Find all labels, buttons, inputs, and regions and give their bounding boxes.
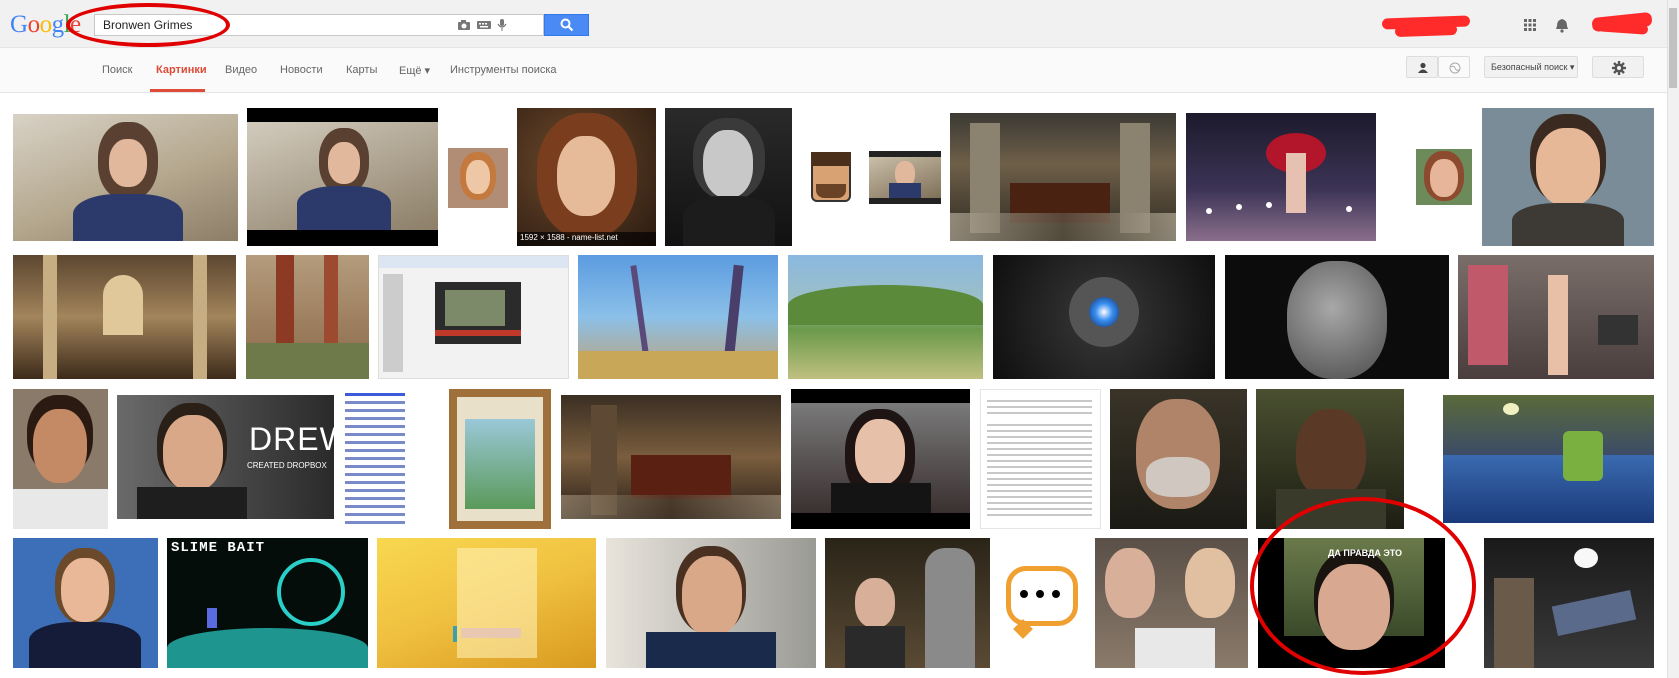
camera-icon[interactable] bbox=[457, 19, 471, 31]
image-result[interactable] bbox=[1416, 149, 1472, 205]
image-result[interactable] bbox=[980, 389, 1101, 529]
image-result[interactable] bbox=[1110, 389, 1247, 529]
notifications-bell-icon[interactable] bbox=[1555, 18, 1569, 33]
tab-news[interactable]: Новости bbox=[280, 64, 323, 76]
image-result[interactable]: DREW CREATED DROPBOX bbox=[117, 395, 334, 519]
image-result[interactable] bbox=[378, 255, 569, 379]
search-button[interactable] bbox=[544, 14, 589, 36]
image-result[interactable] bbox=[13, 114, 238, 241]
image-result[interactable] bbox=[1458, 255, 1654, 379]
image-result[interactable] bbox=[1443, 395, 1654, 523]
safe-search-dropdown[interactable]: Безопасный поиск ▾ bbox=[1484, 56, 1578, 78]
image-result[interactable] bbox=[950, 113, 1176, 241]
image-result[interactable] bbox=[791, 389, 970, 529]
tab-video[interactable]: Видео bbox=[225, 64, 257, 76]
image-result[interactable] bbox=[825, 538, 990, 668]
active-tab-indicator bbox=[150, 89, 205, 92]
personal-results-button[interactable] bbox=[1406, 56, 1438, 78]
tab-images[interactable]: Картинки bbox=[156, 64, 207, 76]
account-avatar-redacted[interactable] bbox=[1591, 11, 1656, 37]
tab-maps[interactable]: Карты bbox=[346, 64, 377, 76]
image-result[interactable] bbox=[343, 389, 440, 529]
annotation-circle-search bbox=[66, 3, 230, 47]
settings-button[interactable] bbox=[1592, 56, 1644, 78]
scrollbar[interactable] bbox=[1667, 0, 1679, 678]
image-result[interactable]: 1592 × 1588 - name-list.net bbox=[517, 108, 656, 246]
apps-grid-icon[interactable] bbox=[1524, 19, 1536, 31]
image-result[interactable] bbox=[993, 255, 1215, 379]
redacted-username-scribble bbox=[1394, 23, 1458, 38]
drew-title-text: DREW bbox=[249, 421, 334, 457]
safe-search-label: Безопасный поиск ▾ bbox=[1491, 62, 1575, 72]
image-result[interactable] bbox=[13, 389, 108, 529]
globe-icon bbox=[1449, 62, 1461, 74]
tab-search[interactable]: Поиск bbox=[102, 64, 132, 76]
tab-more[interactable]: Ещё ▾ bbox=[399, 64, 430, 77]
keyboard-icon[interactable] bbox=[477, 19, 491, 31]
image-result[interactable] bbox=[802, 148, 860, 206]
image-result[interactable] bbox=[1482, 108, 1654, 246]
image-result[interactable] bbox=[377, 538, 596, 668]
image-result[interactable] bbox=[1225, 255, 1449, 379]
annotation-circle-meme bbox=[1250, 497, 1476, 675]
image-result[interactable] bbox=[1186, 113, 1376, 241]
image-result[interactable] bbox=[13, 538, 158, 668]
image-result[interactable] bbox=[448, 148, 508, 208]
hide-personal-results-button[interactable] bbox=[1438, 56, 1470, 78]
image-result[interactable] bbox=[561, 395, 781, 519]
image-result[interactable] bbox=[788, 255, 983, 379]
image-result[interactable] bbox=[869, 151, 941, 204]
image-result[interactable] bbox=[247, 108, 438, 246]
image-result[interactable] bbox=[1095, 538, 1248, 668]
image-result[interactable]: SLIME BAIT bbox=[167, 538, 368, 668]
microphone-icon[interactable] bbox=[495, 19, 509, 31]
person-icon bbox=[1418, 62, 1428, 73]
tab-search-tools[interactable]: Инструменты поиска bbox=[450, 64, 557, 76]
image-result[interactable] bbox=[1484, 538, 1654, 668]
image-result[interactable] bbox=[246, 255, 369, 379]
image-result[interactable] bbox=[665, 108, 792, 246]
image-result[interactable] bbox=[13, 255, 236, 379]
scrollbar-thumb[interactable] bbox=[1669, 8, 1677, 88]
image-size-caption: 1592 × 1588 - name-list.net bbox=[520, 233, 618, 242]
drew-subtitle-text: CREATED DROPBOX bbox=[247, 461, 327, 470]
gear-icon bbox=[1612, 61, 1626, 75]
image-result[interactable] bbox=[1000, 560, 1086, 646]
image-result[interactable] bbox=[578, 255, 778, 379]
image-result[interactable] bbox=[606, 538, 816, 668]
search-icon bbox=[560, 18, 574, 32]
slime-bait-title: SLIME BAIT bbox=[171, 540, 266, 556]
image-result[interactable] bbox=[449, 389, 551, 529]
